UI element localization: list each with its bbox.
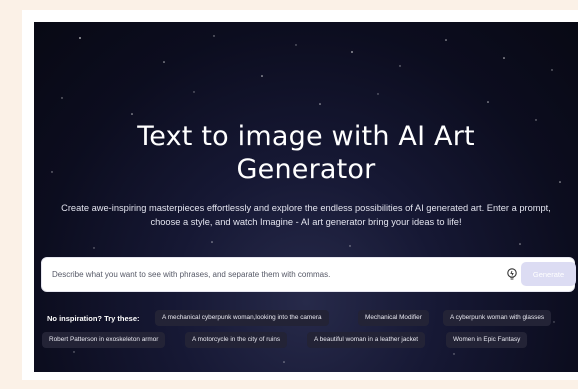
hero-subtitle: Create awe-inspiring masterpieces effort… [42, 201, 570, 229]
page-title-line-2: Generator [236, 154, 376, 185]
inspiration-chip[interactable]: A cyberpunk woman with glasses [443, 310, 552, 326]
prompt-bar: Generate [41, 257, 576, 292]
page-title: Text to image with AI Art Generator [34, 120, 578, 186]
inspiration-chip[interactable]: Women in Epic Fantasy [446, 332, 528, 348]
hero-subtitle-line-2: choose a style, and watch Imagine - AI a… [150, 217, 462, 227]
lightbulb-icon[interactable] [505, 267, 519, 281]
inspiration-chip[interactable]: Robert Patterson in exoskeleton armor [42, 332, 166, 348]
inspiration-label: No inspiration? Try these: [47, 314, 140, 323]
page-title-line-1: Text to image with AI Art [137, 121, 475, 152]
inspiration-chip[interactable]: A mechanical cyberpunk woman,looking int… [155, 310, 329, 326]
inspiration-chip[interactable]: A beautiful woman in a leather jacket [307, 332, 426, 348]
inspiration-chip[interactable]: A motorcycle in the city of ruins [185, 332, 288, 348]
hero-section: Text to image with AI Art Generator Crea… [34, 22, 578, 372]
hero-subtitle-line-1: Create awe-inspiring masterpieces effort… [61, 203, 551, 213]
prompt-input[interactable] [52, 266, 482, 282]
generate-button[interactable]: Generate [521, 262, 576, 286]
inspiration-chip[interactable]: Mechanical Modifier [358, 310, 429, 326]
